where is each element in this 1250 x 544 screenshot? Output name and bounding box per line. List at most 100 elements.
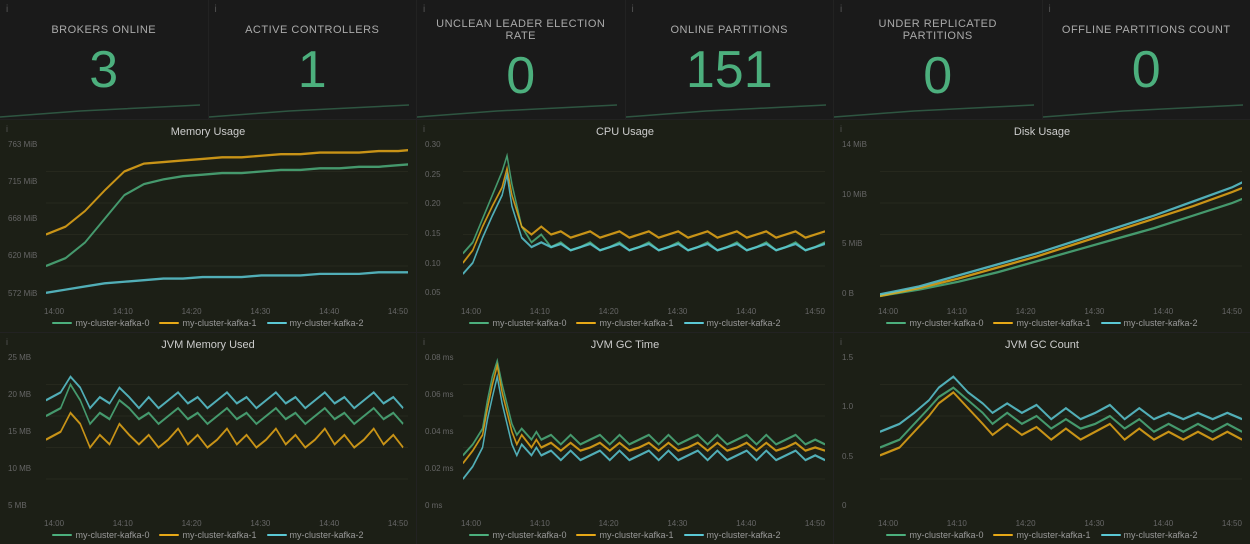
legend-dot xyxy=(576,322,596,324)
legend-item: my-cluster-kafka-1 xyxy=(993,530,1090,540)
legend-label: my-cluster-kafka-0 xyxy=(909,318,983,328)
sparkline-online-partitions xyxy=(626,99,826,119)
chart-body-jvm-memory-used: 25 MB20 MB15 MB10 MB5 MB 14:0014:1014:20… xyxy=(8,353,408,529)
chart-svg-jvm-gc-time xyxy=(463,353,825,511)
y-label: 620 MiB xyxy=(8,251,44,260)
metric-corner-icon: i xyxy=(215,4,217,15)
chart-svg-jvm-gc-count xyxy=(880,353,1242,511)
charts-row-2: i JVM Memory Used 25 MB20 MB15 MB10 MB5 … xyxy=(0,333,1250,544)
y-label: 5 MiB xyxy=(842,239,878,248)
x-label: 14:20 xyxy=(599,519,619,528)
y-labels-memory-usage: 763 MiB715 MiB668 MiB620 MiB572 MiB xyxy=(8,140,44,298)
y-label: 0.04 ms xyxy=(425,427,461,436)
x-label: 14:40 xyxy=(319,519,339,528)
chart-body-jvm-gc-count: 1.51.00.50 14:0014:1014:2014:3014:4014:5… xyxy=(842,353,1242,529)
legend-item: my-cluster-kafka-2 xyxy=(1101,318,1198,328)
x-label: 14:30 xyxy=(1084,519,1104,528)
x-label: 14:00 xyxy=(461,519,481,528)
metric-card-brokers-online: i Brokers Online 3 xyxy=(0,0,209,119)
y-label: 10 MiB xyxy=(842,190,878,199)
chart-legend-jvm-gc-time: my-cluster-kafka-0my-cluster-kafka-1my-c… xyxy=(425,530,825,540)
chart-svg-memory-usage xyxy=(46,140,408,298)
x-label: 14:10 xyxy=(947,519,967,528)
x-label: 14:30 xyxy=(667,519,687,528)
x-label: 14:00 xyxy=(44,307,64,316)
y-label: 0.30 xyxy=(425,140,461,149)
legend-item: my-cluster-kafka-2 xyxy=(684,318,781,328)
chart-svg-jvm-memory-used xyxy=(46,353,408,511)
metric-value-active-controllers: 1 xyxy=(298,44,327,96)
legend-label: my-cluster-kafka-2 xyxy=(1124,318,1198,328)
y-label: 0 xyxy=(842,501,878,510)
y-label: 0.05 xyxy=(425,288,461,297)
metric-card-online-partitions: i Online Partitions 151 xyxy=(626,0,835,119)
chart-title-jvm-memory-used: JVM Memory Used xyxy=(8,339,408,351)
y-label: 668 MiB xyxy=(8,214,44,223)
chart-panel-jvm-memory-used: i JVM Memory Used 25 MB20 MB15 MB10 MB5 … xyxy=(0,333,417,544)
y-labels-jvm-gc-time: 0.08 ms 0.06 ms 0.04 ms 0.02 ms 0 ms xyxy=(425,353,461,511)
chart-corner-icon: i xyxy=(840,337,842,347)
y-label: 20 MB xyxy=(8,390,44,399)
x-label: 14:50 xyxy=(388,307,408,316)
metric-title-unclean-leader-election: Unclean Leader Election Rate xyxy=(425,18,617,42)
chart-corner-icon: i xyxy=(423,337,425,347)
y-label: 0.08 ms xyxy=(425,353,461,362)
x-label: 14:20 xyxy=(182,307,202,316)
x-label: 14:10 xyxy=(113,519,133,528)
y-label: 15 MB xyxy=(8,427,44,436)
legend-label: my-cluster-kafka-0 xyxy=(909,530,983,540)
y-label: 0 ms xyxy=(425,501,461,510)
x-label: 14:50 xyxy=(1222,519,1242,528)
x-label: 14:10 xyxy=(113,307,133,316)
legend-dot xyxy=(993,534,1013,536)
y-label: 0.06 ms xyxy=(425,390,461,399)
metric-value-under-replicated: 0 xyxy=(923,50,952,102)
legend-label: my-cluster-kafka-0 xyxy=(75,318,149,328)
legend-dot xyxy=(1101,534,1121,536)
chart-body-memory-usage: 763 MiB715 MiB668 MiB620 MiB572 MiB 14:0… xyxy=(8,140,408,316)
x-labels-memory-usage: 14:0014:1014:2014:3014:4014:50 xyxy=(44,307,408,316)
legend-dot xyxy=(886,534,906,536)
y-label: 0 B xyxy=(842,289,878,298)
legend-dot xyxy=(159,322,179,324)
legend-dot xyxy=(684,534,704,536)
y-label: 1.0 xyxy=(842,402,878,411)
x-label: 14:00 xyxy=(878,519,898,528)
chart-body-cpu-usage: 0.300.250.200.150.100.05 14:0014:1014:20… xyxy=(425,140,825,316)
y-label: 763 MiB xyxy=(8,140,44,149)
metric-title-brokers-online: Brokers Online xyxy=(51,24,156,36)
metric-value-unclean-leader-election: 0 xyxy=(506,50,535,102)
x-labels-jvm-memory-used: 14:0014:1014:2014:3014:4014:50 xyxy=(44,519,408,528)
sparkline-offline-partitions xyxy=(1043,99,1243,119)
charts-area: i Memory Usage 763 MiB715 MiB668 MiB620 … xyxy=(0,120,1250,544)
chart-title-cpu-usage: CPU Usage xyxy=(425,126,825,138)
legend-dot xyxy=(886,322,906,324)
metric-card-offline-partitions: i Offline Partitions Count 0 xyxy=(1043,0,1250,119)
y-label: 0.20 xyxy=(425,199,461,208)
chart-title-disk-usage: Disk Usage xyxy=(842,126,1242,138)
x-label: 14:40 xyxy=(736,307,756,316)
y-label: 25 MB xyxy=(8,353,44,362)
y-label: 0.15 xyxy=(425,229,461,238)
sparkline-under-replicated xyxy=(834,99,1034,119)
metric-card-unclean-leader-election: i Unclean Leader Election Rate 0 xyxy=(417,0,626,119)
chart-corner-icon: i xyxy=(6,337,8,347)
x-label: 14:30 xyxy=(667,307,687,316)
metric-title-offline-partitions: Offline Partitions Count xyxy=(1062,24,1231,36)
legend-label: my-cluster-kafka-1 xyxy=(599,318,673,328)
legend-item: my-cluster-kafka-1 xyxy=(159,530,256,540)
y-labels-disk-usage: 14 MiB10 MiB5 MiB0 B xyxy=(842,140,878,298)
x-label: 14:30 xyxy=(250,307,270,316)
metric-title-online-partitions: Online Partitions xyxy=(670,24,788,36)
charts-row-1: i Memory Usage 763 MiB715 MiB668 MiB620 … xyxy=(0,120,1250,333)
legend-item: my-cluster-kafka-2 xyxy=(684,530,781,540)
y-label: 0.02 ms xyxy=(425,464,461,473)
x-label: 14:40 xyxy=(736,519,756,528)
legend-dot xyxy=(469,322,489,324)
legend-item: my-cluster-kafka-1 xyxy=(576,530,673,540)
chart-svg-disk-usage xyxy=(880,140,1242,298)
legend-label: my-cluster-kafka-1 xyxy=(599,530,673,540)
x-label: 14:00 xyxy=(878,307,898,316)
chart-panel-jvm-gc-time: i JVM GC Time 0.08 ms0.06 ms0.04 ms0.02 … xyxy=(417,333,834,544)
legend-label: my-cluster-kafka-2 xyxy=(1124,530,1198,540)
